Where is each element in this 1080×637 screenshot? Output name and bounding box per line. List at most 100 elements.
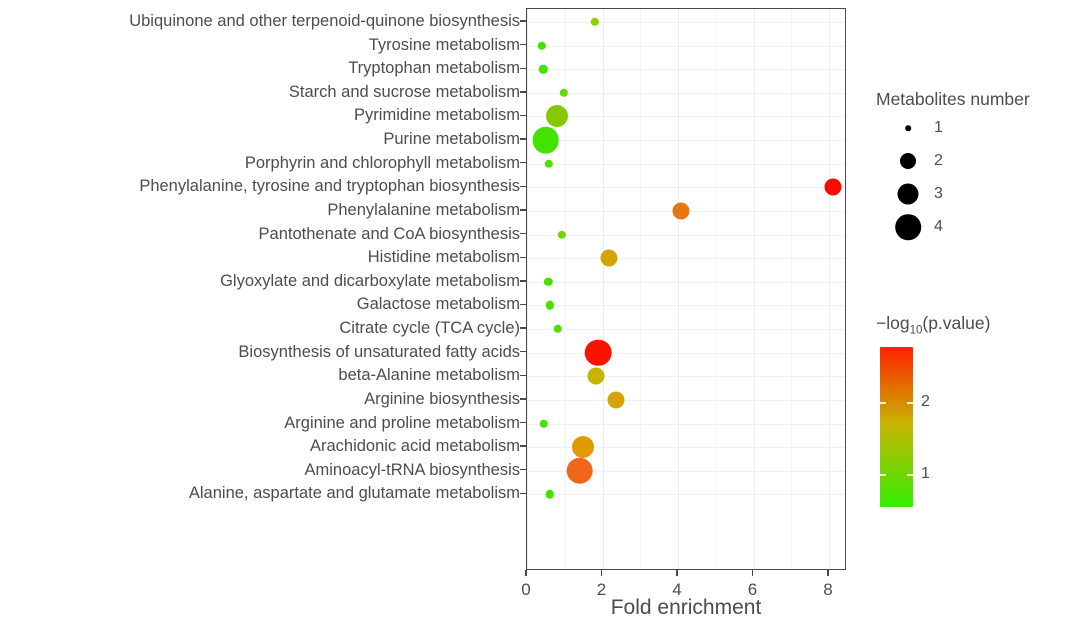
color-legend-title: −log10(p.value) (876, 313, 990, 337)
data-point (672, 202, 690, 220)
y-axis-label: beta-Alanine metabolism (338, 366, 520, 385)
y-axis-label: Phenylalanine metabolism (327, 200, 520, 219)
y-axis-label: Pantothenate and CoA biosynthesis (258, 224, 520, 243)
y-axis-tick (520, 398, 526, 400)
color-legend-ticklabel: 1 (921, 465, 930, 483)
size-legend-label: 4 (934, 218, 943, 235)
y-axis-label: Tryptophan metabolism (348, 58, 520, 77)
data-point (543, 277, 553, 287)
data-point (537, 41, 547, 50)
y-axis-label: Biosynthesis of unsaturated fatty acids (238, 342, 520, 361)
y-gridline (527, 399, 845, 401)
x-axis-tick (827, 570, 829, 576)
y-gridline (527, 163, 845, 165)
data-point (539, 65, 548, 74)
x-axis-ticklabel: 0 (521, 580, 531, 599)
bubble-plot-figure: Ubiquinone and other terpenoid-quinone b… (0, 0, 1080, 637)
y-axis-label: Arginine and proline metabolism (284, 413, 520, 432)
size-legend-label: 3 (934, 185, 943, 202)
x-axis-ticklabel: 2 (596, 580, 607, 599)
y-axis-tick (520, 67, 526, 69)
x-axis-title: Fold enrichment (610, 596, 762, 619)
y-axis-label: Pyrimidine metabolism (354, 106, 520, 125)
y-axis-tick (520, 350, 526, 353)
data-point (824, 178, 842, 196)
color-legend-title-suffix: (p.value) (922, 313, 991, 333)
y-gridline (527, 352, 845, 354)
x-axis-ticklabel: 8 (823, 580, 833, 599)
y-gridline (527, 376, 845, 378)
x-axis-tick (600, 570, 603, 576)
y-axis-label: Histidine metabolism (367, 247, 520, 266)
y-axis-tick (520, 492, 526, 495)
y-axis-label: Arginine biosynthesis (364, 389, 520, 408)
data-point (587, 367, 605, 385)
y-axis-label: Aminoacyl-tRNA biosynthesis (304, 460, 521, 479)
y-gridline (527, 494, 845, 496)
y-axis-tick (520, 209, 526, 211)
plot-panel (526, 8, 846, 570)
data-point (544, 159, 554, 168)
y-axis-tick (520, 303, 526, 306)
y-axis-tick (520, 114, 526, 117)
y-axis-tick (520, 445, 526, 447)
color-legend-title-prefix: −log (876, 313, 910, 333)
size-legend-dot (900, 153, 916, 169)
y-axis-tick (520, 256, 526, 258)
y-axis-label: Ubiquinone and other terpenoid-quinone b… (129, 11, 520, 30)
color-legend-tick (880, 474, 886, 477)
y-gridline (527, 22, 845, 23)
data-point (532, 126, 560, 154)
data-point (546, 105, 569, 128)
y-axis-label: Citrate cycle (TCA cycle) (339, 318, 520, 337)
data-point (539, 419, 549, 428)
y-gridline (527, 234, 845, 236)
y-axis-tick (520, 469, 526, 471)
y-gridline (527, 187, 845, 189)
y-axis-tick (520, 162, 526, 164)
data-point (584, 339, 612, 366)
color-legend-colorbar (880, 347, 913, 507)
y-axis-tick (520, 138, 526, 140)
y-gridline (527, 140, 845, 142)
color-legend-tick (880, 401, 886, 404)
data-point (571, 436, 594, 459)
y-axis-label: Purine metabolism (383, 129, 520, 148)
y-gridline (527, 305, 845, 307)
color-legend-title-subscript: 10 (909, 324, 923, 337)
y-axis-label: Tyrosine metabolism (368, 35, 520, 54)
y-axis-label: Glyoxylate and dicarboxylate metabolism (220, 271, 520, 290)
size-legend-title: Metabolites number (876, 89, 1030, 109)
data-point (607, 391, 625, 409)
y-axis-tick (520, 280, 526, 282)
data-point (600, 249, 618, 267)
y-axis-label: Arachidonic acid metabolism (309, 436, 520, 455)
y-axis-tick (520, 185, 526, 188)
data-point (545, 490, 555, 499)
y-gridline (527, 45, 845, 47)
x-axis-tick (525, 570, 527, 576)
data-point (553, 324, 563, 334)
color-legend-tick (907, 401, 913, 404)
y-gridline (527, 258, 845, 260)
y-gridline (527, 329, 845, 331)
y-axis-label: Starch and sucrose metabolism (288, 82, 520, 101)
size-legend-label: 2 (934, 152, 943, 169)
y-axis-label: Galactose metabolism (356, 295, 520, 314)
y-axis-tick (520, 374, 526, 376)
size-legend-dot (895, 214, 921, 240)
size-legend-dot (905, 125, 911, 131)
y-axis-label: Porphyrin and chlorophyll metabolism (244, 153, 520, 172)
size-legend-label: 1 (934, 119, 943, 136)
y-axis-tick (520, 232, 526, 235)
y-gridline (527, 69, 845, 71)
y-gridline (527, 116, 845, 118)
y-axis-label: Phenylalanine, tyrosine and tryptophan b… (139, 177, 520, 196)
y-axis-label-group: Ubiquinone and other terpenoid-quinone b… (0, 0, 520, 637)
x-axis-tick (676, 570, 678, 576)
x-axis-tick (751, 570, 754, 576)
y-axis-tick (520, 421, 526, 424)
y-gridline (527, 423, 845, 425)
y-axis-tick (520, 327, 526, 329)
data-point (566, 457, 594, 485)
